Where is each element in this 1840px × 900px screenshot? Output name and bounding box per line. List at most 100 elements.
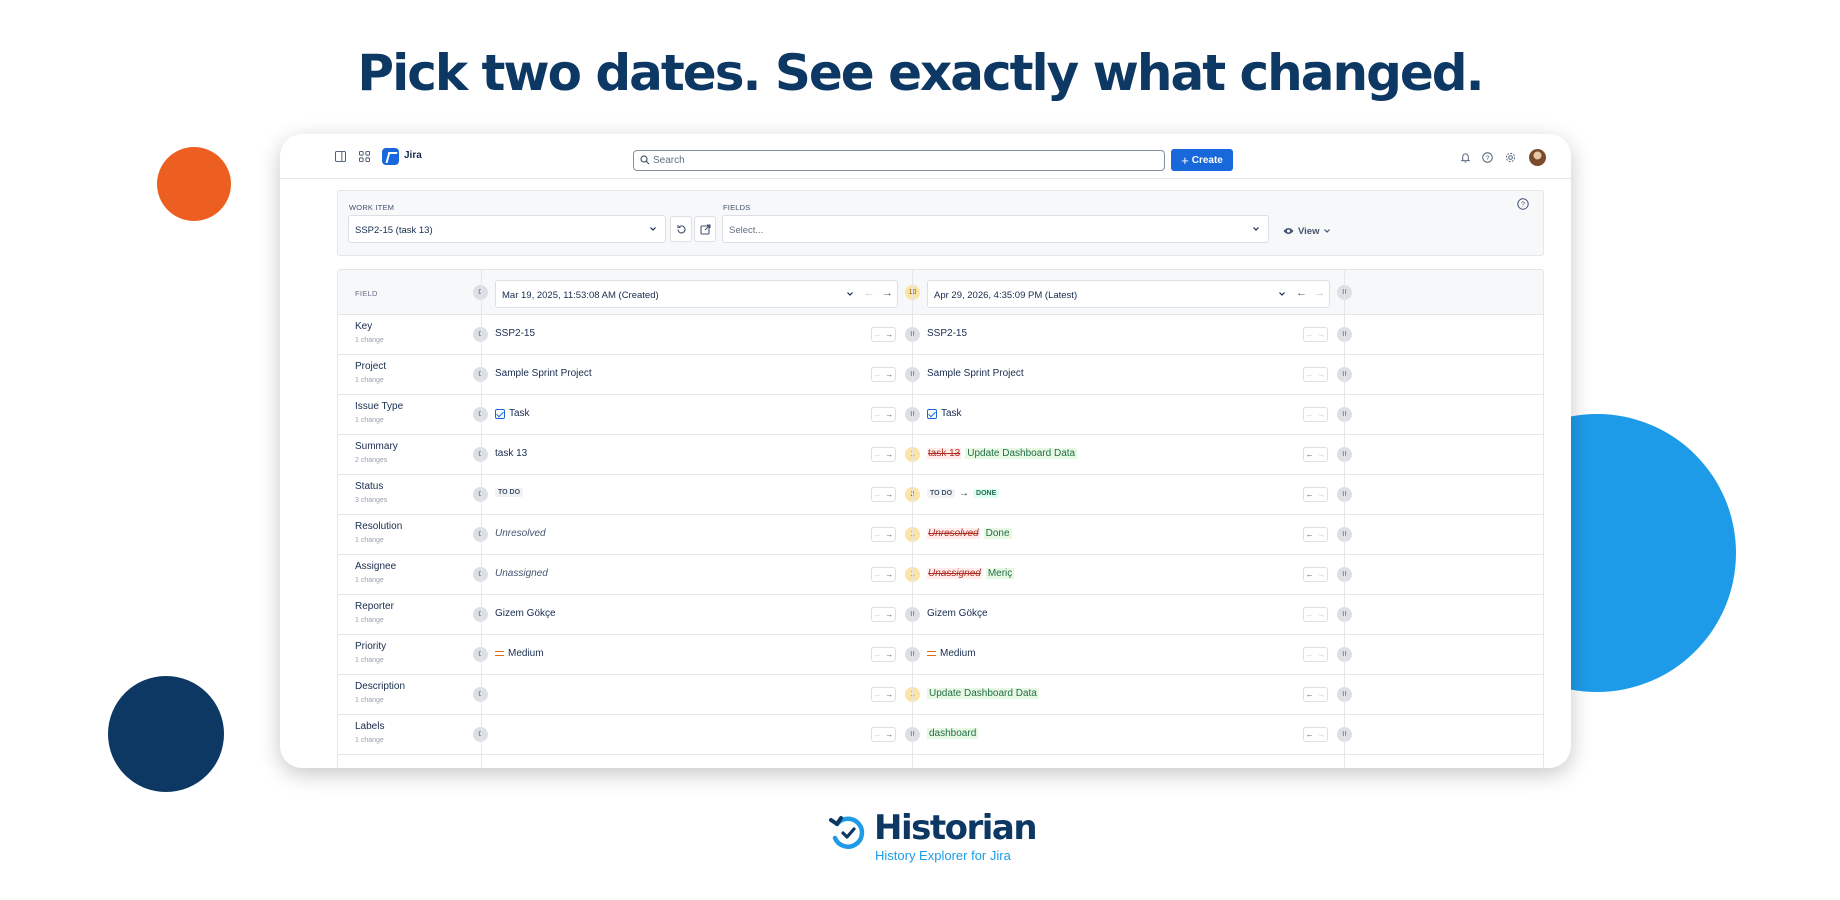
help-circle-icon[interactable]: ? (1482, 152, 1493, 163)
next-change-arrow[interactable]: → (1317, 610, 1325, 619)
prev-change-arrow[interactable]: ← (1306, 690, 1314, 699)
field-change-count: 1 change (355, 577, 384, 584)
open-external-button[interactable] (694, 216, 716, 242)
help-icon[interactable]: ? (1517, 198, 1529, 210)
prev-change-arrow[interactable]: ← (874, 490, 882, 499)
field-name: Priority (355, 641, 387, 652)
prev-change-arrow[interactable]: ← (1306, 650, 1314, 659)
nav-arrows[interactable]: ← → (1303, 687, 1328, 702)
fields-select[interactable]: Select... (722, 215, 1269, 243)
nav-arrows[interactable]: ← → (871, 367, 896, 382)
next-change-arrow[interactable]: → (885, 650, 893, 659)
nav-arrows[interactable]: ← → (871, 407, 896, 422)
nav-arrows[interactable]: ← → (1303, 527, 1328, 542)
added-value: Update Dashboard Data (965, 448, 1078, 459)
nav-arrows[interactable]: ← → (1303, 367, 1328, 382)
right-date-prev-arrow[interactable]: ← (1296, 287, 1307, 299)
prev-change-arrow[interactable]: ← (1306, 530, 1314, 539)
nav-arrows[interactable]: ← → (1303, 327, 1328, 342)
nav-arrows[interactable]: ← → (871, 687, 896, 702)
nav-arrows[interactable]: ← → (1303, 487, 1328, 502)
app-switcher-icon[interactable] (359, 151, 370, 162)
view-button[interactable]: View (1283, 221, 1331, 241)
jira-logo-icon[interactable] (382, 148, 399, 165)
prev-change-arrow[interactable]: ← (1306, 570, 1314, 579)
prev-change-arrow[interactable]: ← (1306, 410, 1314, 419)
left-date-prev-arrow[interactable]: ← (864, 287, 875, 299)
prev-change-arrow[interactable]: ← (874, 650, 882, 659)
right-value-cell: TO DO → DONE (927, 488, 1000, 499)
cell-value: Unresolved (495, 528, 546, 539)
nav-arrows[interactable]: ← → (1303, 647, 1328, 662)
left-date-select[interactable]: Mar 19, 2025, 11:53:08 AM (Created) ← → (495, 280, 898, 308)
search-box[interactable] (633, 150, 1165, 171)
create-button[interactable]: + Create (1171, 149, 1233, 171)
next-change-arrow[interactable]: → (885, 530, 893, 539)
next-change-arrow[interactable]: → (885, 610, 893, 619)
prev-change-arrow[interactable]: ← (874, 690, 882, 699)
next-change-arrow[interactable]: → (885, 690, 893, 699)
next-change-arrow[interactable]: → (1317, 690, 1325, 699)
next-change-arrow[interactable]: → (885, 490, 893, 499)
next-change-arrow[interactable]: → (1317, 530, 1325, 539)
nav-arrows[interactable]: ← → (871, 527, 896, 542)
field-change-count: 1 change (355, 617, 384, 624)
prev-change-arrow[interactable]: ← (1306, 490, 1314, 499)
work-item-select[interactable]: SSP2-15 (task 13) (348, 215, 666, 243)
next-change-arrow[interactable]: → (1317, 650, 1325, 659)
next-change-arrow[interactable]: → (1317, 330, 1325, 339)
right-date-next-arrow[interactable]: → (1314, 287, 1325, 299)
nav-arrows[interactable]: ← → (1303, 447, 1328, 462)
next-change-arrow[interactable]: → (1317, 490, 1325, 499)
next-change-arrow[interactable]: → (1317, 370, 1325, 379)
left-value-cell: task 13 (495, 448, 527, 459)
field-name: Status (355, 481, 384, 492)
prev-change-arrow[interactable]: ← (1306, 370, 1314, 379)
nav-arrows[interactable]: ← → (871, 487, 896, 502)
right-date-select[interactable]: Apr 29, 2026, 4:35:09 PM (Latest) ← → (927, 280, 1330, 308)
nav-arrows[interactable]: ← → (871, 607, 896, 622)
next-change-arrow[interactable]: → (1317, 730, 1325, 739)
prev-change-arrow[interactable]: ← (874, 410, 882, 419)
gear-icon[interactable] (1505, 152, 1516, 163)
prev-change-arrow[interactable]: ← (874, 530, 882, 539)
nav-arrows[interactable]: ← → (871, 327, 896, 342)
prev-change-arrow[interactable]: ← (874, 450, 882, 459)
sidebar-toggle-icon[interactable] (335, 151, 346, 162)
bell-icon[interactable] (1460, 152, 1471, 163)
nav-arrows[interactable]: ← → (1303, 607, 1328, 622)
nav-arrows[interactable]: ← → (871, 567, 896, 582)
next-change-arrow[interactable]: → (1317, 570, 1325, 579)
prev-change-arrow[interactable]: ← (874, 610, 882, 619)
prev-change-arrow[interactable]: ← (874, 570, 882, 579)
table-row: Summary2 changes0task 13←→1task 13Update… (338, 435, 1543, 475)
prev-change-arrow[interactable]: ← (874, 330, 882, 339)
next-change-arrow[interactable]: → (885, 450, 893, 459)
nav-arrows[interactable]: ← → (871, 727, 896, 742)
prev-change-arrow[interactable]: ← (1306, 330, 1314, 339)
left-date-next-arrow[interactable]: → (882, 287, 893, 299)
cell-value: Task (509, 408, 530, 419)
refresh-button[interactable] (670, 216, 692, 242)
next-change-arrow[interactable]: → (885, 330, 893, 339)
avatar[interactable] (1529, 149, 1546, 166)
prev-change-arrow[interactable]: ← (874, 370, 882, 379)
next-change-arrow[interactable]: → (885, 410, 893, 419)
next-change-arrow[interactable]: → (1317, 410, 1325, 419)
prev-change-arrow[interactable]: ← (874, 730, 882, 739)
nav-arrows[interactable]: ← → (871, 447, 896, 462)
next-change-arrow[interactable]: → (885, 730, 893, 739)
next-change-arrow[interactable]: → (885, 570, 893, 579)
next-change-arrow[interactable]: → (885, 370, 893, 379)
nav-arrows[interactable]: ← → (1303, 567, 1328, 582)
next-change-arrow[interactable]: → (1317, 450, 1325, 459)
removed-value: Unresolved (927, 528, 980, 539)
search-input[interactable] (653, 153, 1153, 168)
prev-change-arrow[interactable]: ← (1306, 730, 1314, 739)
nav-arrows[interactable]: ← → (871, 647, 896, 662)
left-value-cell: TO DO (495, 488, 524, 497)
prev-change-arrow[interactable]: ← (1306, 610, 1314, 619)
prev-change-arrow[interactable]: ← (1306, 450, 1314, 459)
nav-arrows[interactable]: ← → (1303, 727, 1328, 742)
nav-arrows[interactable]: ← → (1303, 407, 1328, 422)
